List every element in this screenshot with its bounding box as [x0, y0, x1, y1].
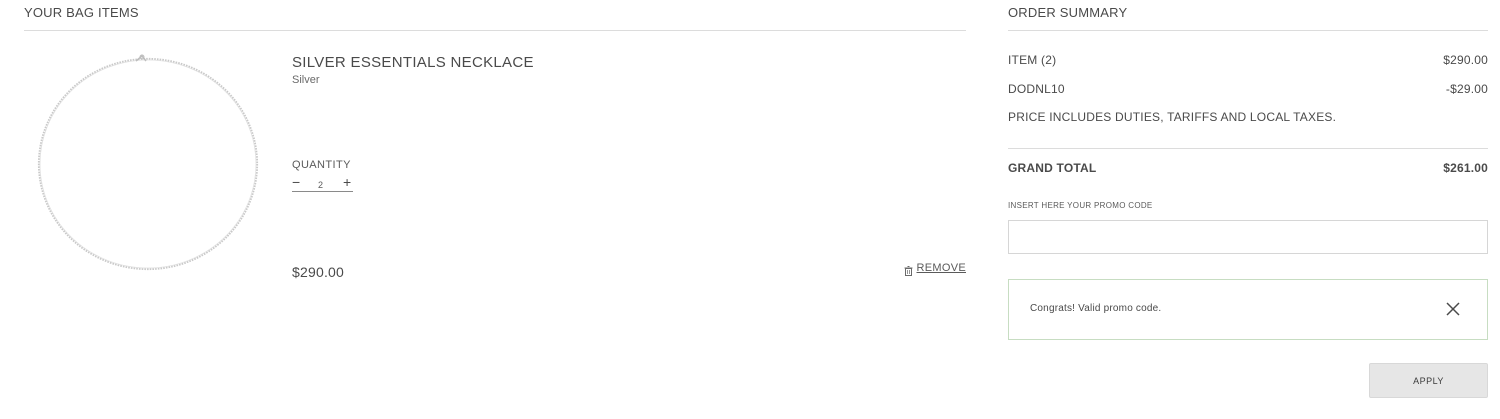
- discount-value: -$29.00: [1445, 82, 1488, 96]
- items-label: ITEM (2): [1008, 53, 1057, 67]
- quantity-increase-button[interactable]: +: [343, 175, 351, 189]
- promo-code-input[interactable]: [1008, 220, 1488, 254]
- close-icon[interactable]: [1445, 301, 1461, 317]
- bag-section: YOUR BAG ITEMS SILVER ESSENTIALS NECKLAC…: [24, 0, 966, 419]
- total-divider: [1008, 148, 1488, 149]
- product-variant: Silver: [292, 74, 320, 86]
- item-price: $290.00: [292, 264, 345, 280]
- necklace-chain-icon[interactable]: [36, 52, 262, 274]
- tax-note: PRICE INCLUDES DUTIES, TARIFFS AND LOCAL…: [1008, 110, 1337, 124]
- bag-title: YOUR BAG ITEMS: [24, 5, 139, 20]
- promo-success-alert: Congrats! Valid promo code.: [1008, 279, 1488, 340]
- promo-code-label: INSERT HERE YOUR PROMO CODE: [1008, 201, 1153, 210]
- grand-total-label: GRAND TOTAL: [1008, 161, 1097, 175]
- quantity-value[interactable]: 2: [318, 180, 323, 190]
- remove-label[interactable]: REMOVE: [917, 262, 966, 274]
- discount-code: DODNL10: [1008, 82, 1065, 96]
- grand-total-value: $261.00: [1443, 161, 1488, 175]
- discount-row: DODNL10 -$29.00: [1008, 82, 1488, 96]
- trash-icon: [904, 263, 913, 276]
- summary-title: ORDER SUMMARY: [1008, 5, 1128, 20]
- bag-divider: [24, 30, 966, 31]
- apply-button[interactable]: APPLY: [1369, 363, 1488, 398]
- quantity-stepper: − 2 +: [292, 175, 353, 192]
- alert-message: Congrats! Valid promo code.: [1030, 303, 1162, 314]
- product-name[interactable]: SILVER ESSENTIALS NECKLACE: [292, 54, 534, 71]
- items-row: ITEM (2) $290.00: [1008, 53, 1488, 67]
- quantity-decrease-button[interactable]: −: [292, 175, 300, 189]
- quantity-label: QUANTITY: [292, 159, 351, 171]
- items-value: $290.00: [1443, 53, 1488, 67]
- order-summary: ORDER SUMMARY ITEM (2) $290.00 DODNL10 -…: [1008, 0, 1488, 419]
- grand-total-row: GRAND TOTAL $261.00: [1008, 161, 1488, 175]
- remove-button[interactable]: REMOVE: [904, 262, 966, 276]
- summary-divider: [1008, 30, 1488, 31]
